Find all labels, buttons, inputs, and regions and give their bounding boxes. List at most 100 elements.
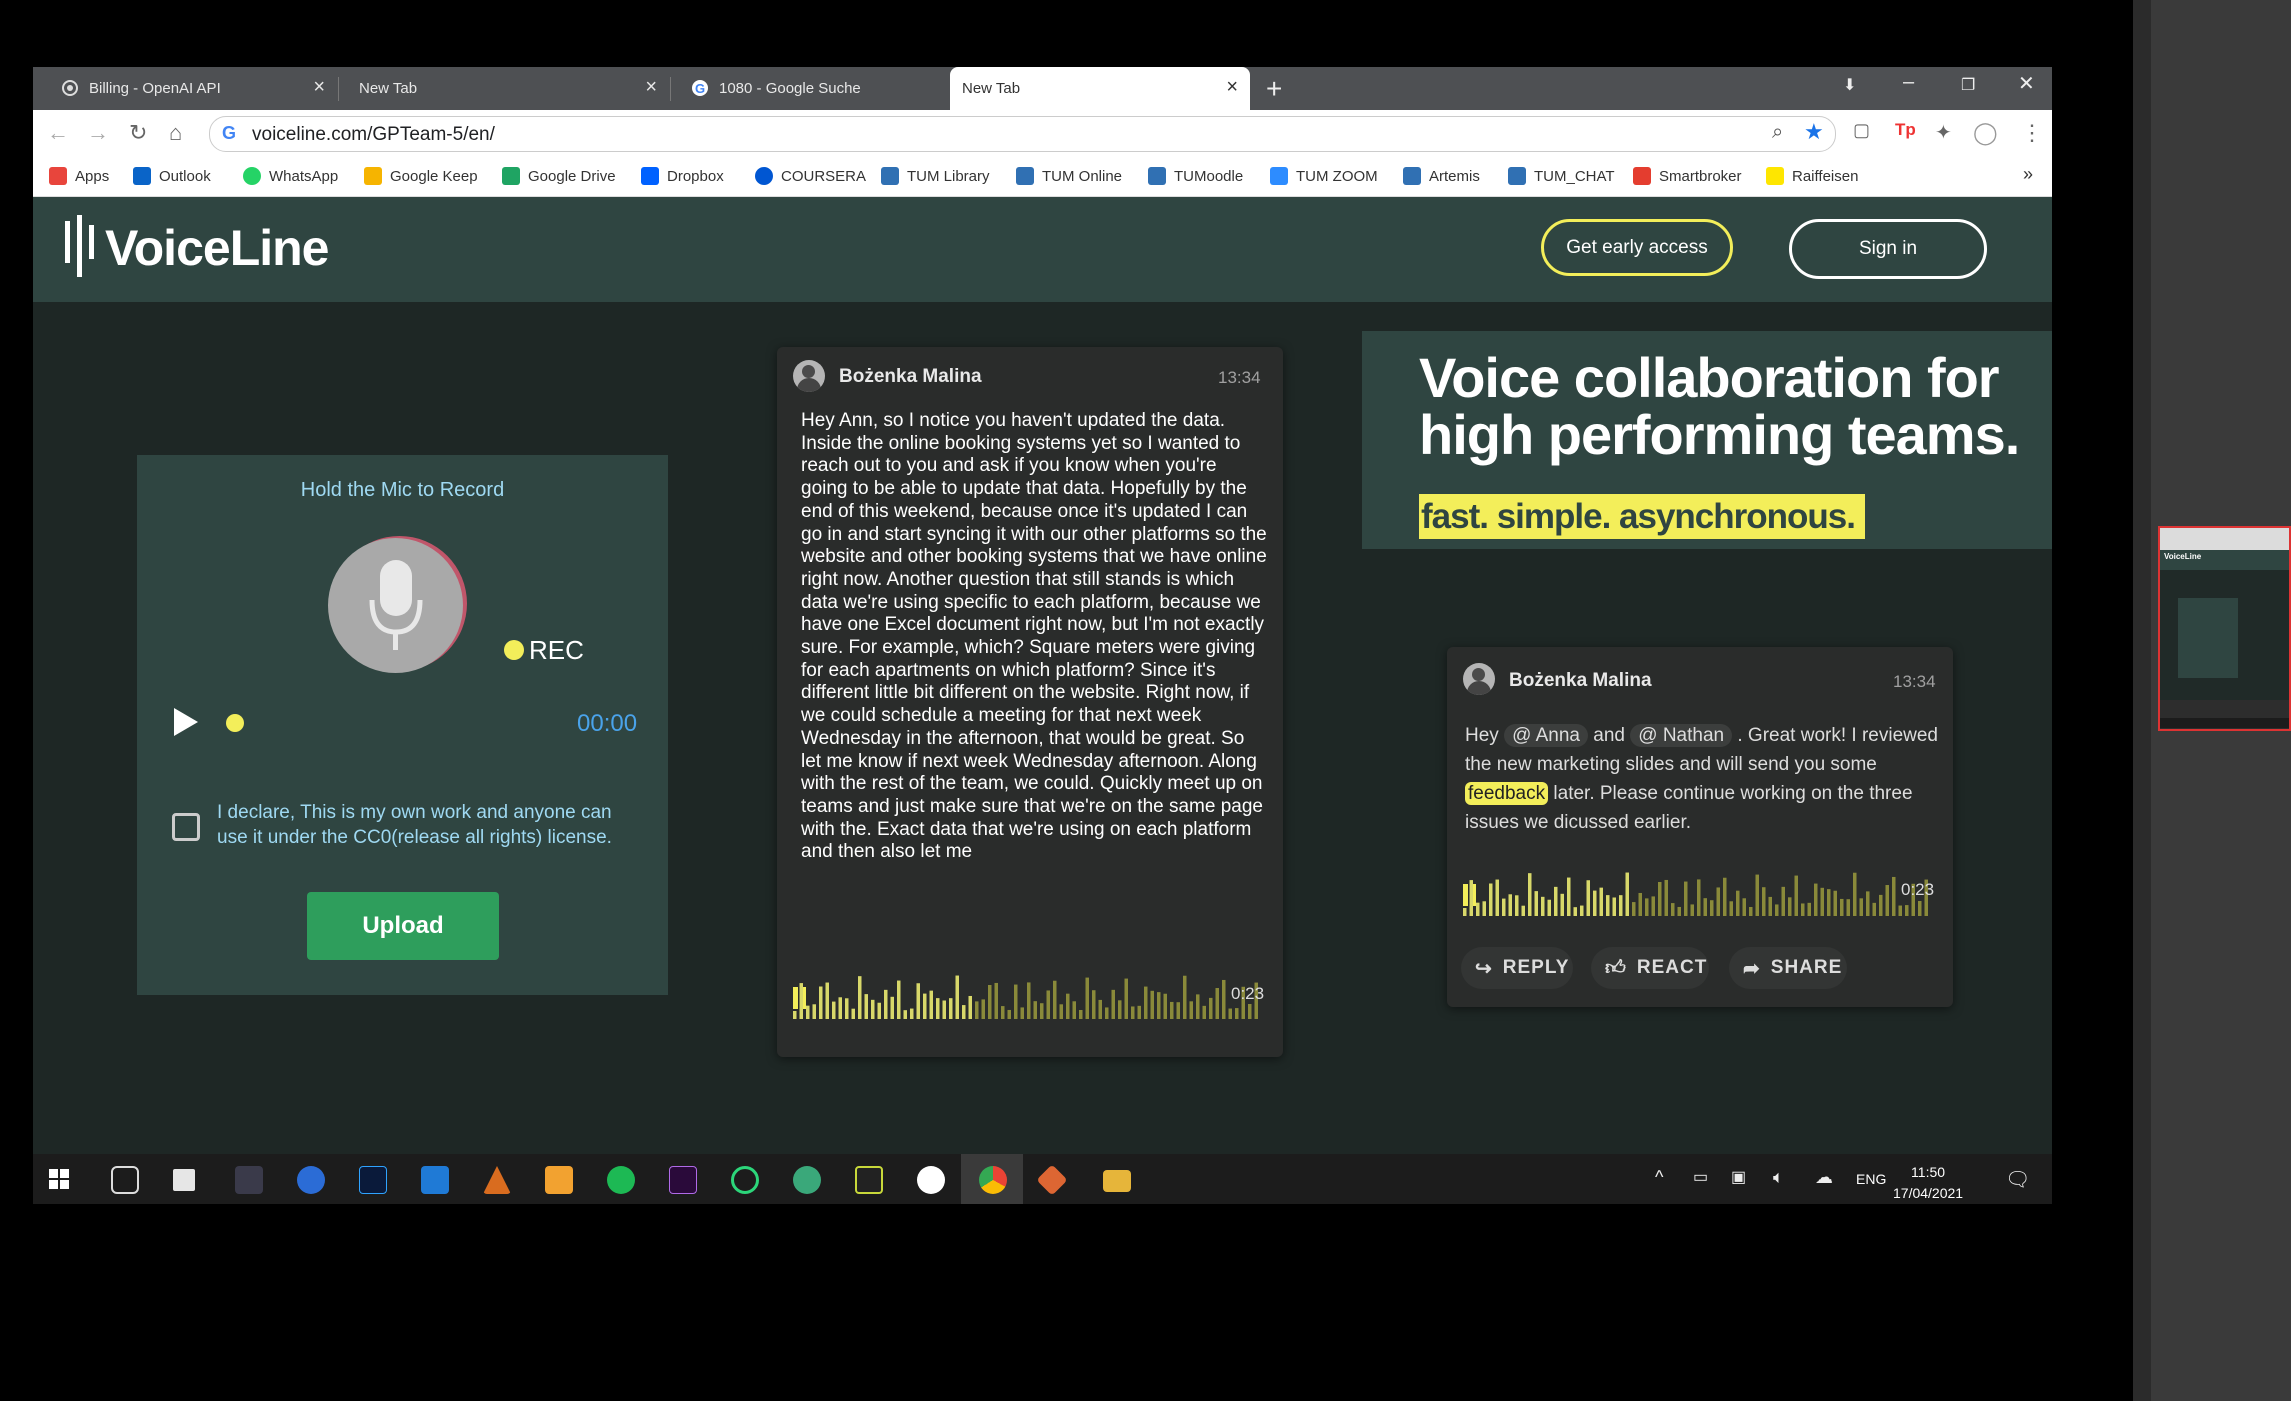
forward-arrow-icon[interactable]: → (87, 120, 109, 146)
bookmark-tum-online[interactable]: TUM Online (1016, 167, 1122, 185)
sender-name: Bożenka Malina (839, 366, 982, 387)
photoshop-icon[interactable] (359, 1166, 387, 1194)
windows-start-icon[interactable] (49, 1169, 69, 1189)
chrome-icon[interactable] (979, 1166, 1007, 1194)
playback-progress-handle[interactable] (226, 714, 244, 732)
premiere-pro-icon[interactable] (669, 1166, 697, 1194)
waveform-bar (929, 990, 933, 1019)
pycharm-icon[interactable] (855, 1166, 883, 1194)
tab-new-1[interactable]: New Tab × (339, 67, 669, 110)
back-arrow-icon[interactable]: ← (47, 120, 69, 146)
app-icon-snowflake[interactable] (297, 1166, 325, 1194)
browser-window: Billing - OpenAI API × New Tab × G 1080 … (33, 67, 2052, 1204)
record-mic-button[interactable] (328, 538, 463, 673)
mention-chip-anna[interactable]: @ Anna (1504, 724, 1588, 747)
waveform-bar (1684, 881, 1688, 916)
share-button[interactable]: ➦ SHARE (1729, 947, 1847, 989)
play-icon[interactable] (174, 708, 198, 736)
bookmark-apps[interactable]: Apps (49, 167, 109, 185)
language-indicator[interactable]: ENG (1856, 1171, 1886, 1187)
notifications-icon[interactable]: 🗨︎ (2005, 1167, 2030, 1192)
extension-square-icon[interactable]: ▢ (1853, 120, 1870, 141)
address-bar[interactable]: G voiceline.com/GPTeam-5/en/ ⌕ ★ (209, 116, 1836, 152)
network-icon[interactable]: ▣ (1731, 1167, 1746, 1187)
bookmark-tum-chat[interactable]: TUM_CHAT (1508, 167, 1615, 185)
waveform-bar (1749, 907, 1753, 916)
url-text[interactable]: voiceline.com/GPTeam-5/en/ (252, 124, 495, 146)
waveform-bar (1202, 1005, 1206, 1019)
sign-in-button[interactable]: Sign in (1789, 219, 1987, 279)
profile-dropdown-icon[interactable]: ⬇ (1843, 75, 1856, 95)
waveform-bar (864, 994, 868, 1019)
smartbroker-icon (1633, 167, 1651, 185)
hero-title: Voice collaboration for high performing … (1419, 346, 2020, 466)
get-early-access-button[interactable]: Get early access (1541, 219, 1733, 276)
close-window-icon[interactable]: ✕ (2018, 71, 2035, 96)
home-icon[interactable]: ⌂ (169, 120, 182, 146)
voiceline-logo[interactable]: VoiceLine (105, 219, 329, 277)
avatar (793, 360, 825, 392)
window-thumbnail[interactable]: VoiceLine (2158, 526, 2291, 731)
close-tab-icon[interactable]: × (645, 76, 657, 99)
bookmark-raiffeisen[interactable]: Raiffeisen (1766, 167, 1858, 185)
app-icon-globe[interactable] (793, 1166, 821, 1194)
tum-icon (1016, 167, 1034, 185)
bookmark-coursera[interactable]: COURSERA (755, 167, 866, 185)
tab-title: New Tab (359, 80, 418, 97)
app-icon-ring[interactable] (731, 1166, 759, 1194)
bookmark-dropbox[interactable]: Dropbox (641, 167, 724, 185)
onedrive-cloud-icon[interactable]: ☁ (1815, 1167, 1833, 1188)
slack-icon[interactable] (917, 1166, 945, 1194)
app-icon-arrows[interactable] (173, 1169, 195, 1191)
bookmark-google-drive[interactable]: Google Drive (502, 167, 616, 185)
reply-button[interactable]: ↪ REPLY (1461, 947, 1573, 989)
profile-avatar-icon[interactable]: ◯ (1973, 120, 1998, 146)
extensions-puzzle-icon[interactable]: ✦ (1935, 120, 1952, 145)
bookmark-whatsapp[interactable]: WhatsApp (243, 167, 338, 185)
bookmark-tumoodle[interactable]: TUMoodle (1148, 167, 1243, 185)
file-explorer-icon[interactable] (1103, 1170, 1131, 1192)
close-tab-icon[interactable]: × (1226, 76, 1238, 99)
tab-new-active[interactable]: New Tab × (950, 67, 1250, 110)
restore-icon[interactable]: ❐ (1961, 75, 1975, 95)
bookmark-star-icon[interactable]: ★ (1804, 119, 1824, 145)
menu-kebab-icon[interactable]: ⋮ (2021, 120, 2043, 146)
minimize-icon[interactable]: – (1903, 71, 1914, 94)
reload-icon[interactable]: ↻ (129, 120, 147, 146)
matlab-icon[interactable] (483, 1166, 511, 1194)
waveform-bar (1085, 977, 1089, 1019)
bookmark-artemis[interactable]: Artemis (1403, 167, 1480, 185)
new-tab-plus-icon[interactable]: + (1266, 73, 1282, 105)
audio-waveform[interactable] (1463, 864, 1937, 919)
mention-chip-nathan[interactable]: @ Nathan (1630, 724, 1733, 747)
vscode-icon[interactable] (421, 1166, 449, 1194)
volume-icon[interactable]: 🔈︎ (1773, 1167, 1784, 1188)
share-arrow-icon: ➦ (1743, 957, 1761, 980)
more-bookmarks-icon[interactable]: » (2023, 164, 2033, 185)
audio-waveform[interactable] (793, 967, 1267, 1022)
tab-billing[interactable]: Billing - OpenAI API × (41, 67, 337, 110)
app-icon-diamond[interactable] (1036, 1164, 1068, 1196)
app-icon-f[interactable] (545, 1166, 573, 1194)
zoom-icon[interactable]: ⌕ (1772, 121, 1783, 144)
bookmark-smartbroker[interactable]: Smartbroker (1633, 167, 1742, 185)
battery-icon[interactable]: ▭ (1693, 1167, 1708, 1187)
bookmark-google-keep[interactable]: Google Keep (364, 167, 478, 185)
task-view-icon[interactable] (111, 1166, 139, 1194)
ableton-live-icon[interactable] (235, 1166, 263, 1194)
bookmark-tum-zoom[interactable]: TUM ZOOM (1270, 167, 1378, 185)
react-button[interactable]: 👍︎ REACT (1591, 947, 1709, 989)
waveform-bar (1768, 896, 1772, 916)
tab-google-search[interactable]: G 1080 - Google Suche × (671, 67, 981, 110)
tray-chevron-icon[interactable]: ^ (1655, 1167, 1663, 1188)
bookmark-outlook[interactable]: Outlook (133, 167, 211, 185)
clock[interactable]: 11:50 17/04/2021 (1893, 1162, 1963, 1204)
bookmark-tum-library[interactable]: TUM Library (881, 167, 990, 185)
tp-extension-icon[interactable]: Tp (1895, 120, 1916, 140)
upload-button[interactable]: Upload (307, 892, 499, 960)
declaration-checkbox[interactable] (172, 813, 200, 841)
close-tab-icon[interactable]: × (313, 76, 325, 99)
spotify-icon[interactable] (607, 1166, 635, 1194)
waveform-bar (1554, 886, 1558, 916)
waveform-bar (1001, 1006, 1005, 1019)
